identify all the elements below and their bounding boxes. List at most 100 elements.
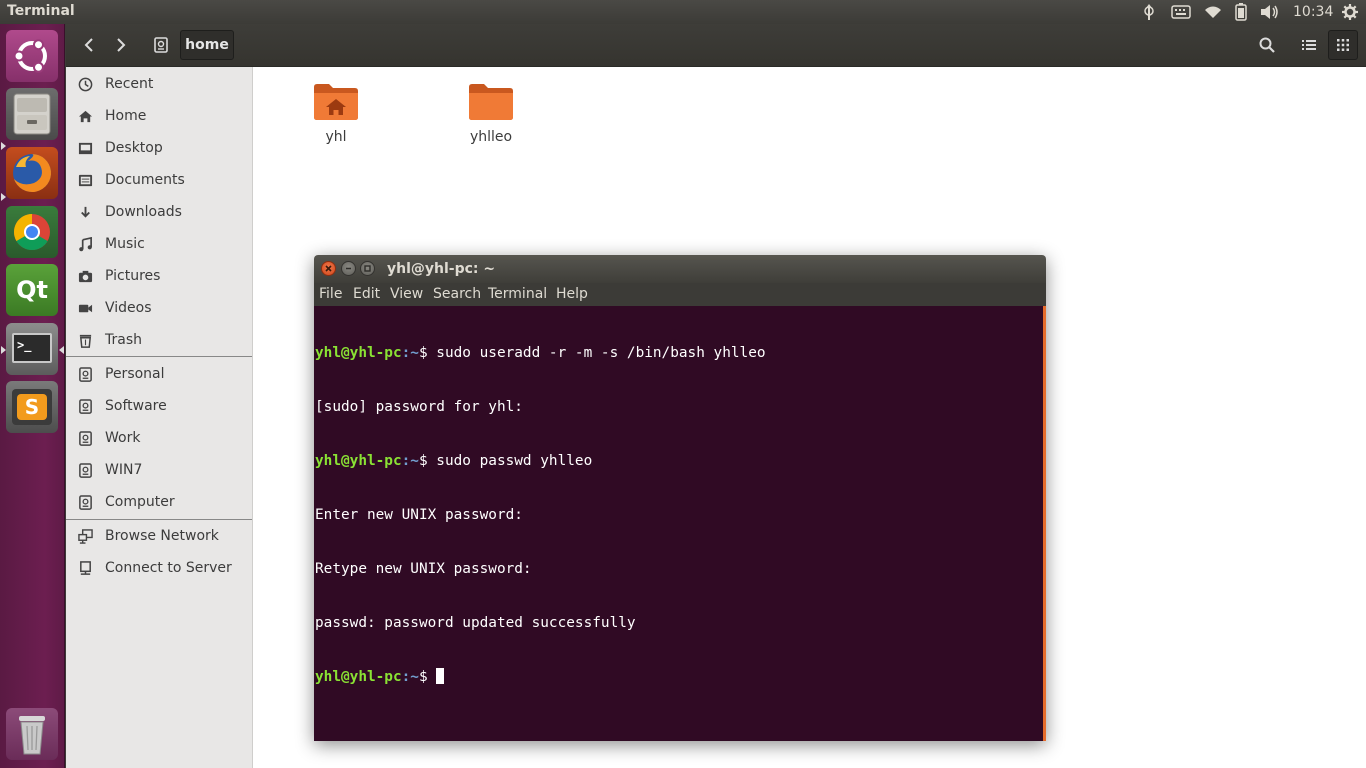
- folder-yhlleo[interactable]: yhlleo: [441, 81, 541, 145]
- terminal-window: yhl@yhl-pc: ~ File Edit View Search Term…: [314, 255, 1046, 741]
- terminal-icon-label: >_: [17, 338, 32, 352]
- search-button[interactable]: [1252, 30, 1282, 60]
- prompt-user: yhl@yhl-pc: [315, 669, 402, 685]
- sidebar-item-videos[interactable]: Videos: [66, 294, 252, 322]
- file-manager-sidebar: Recent Home Desktop Documents Downloads …: [66, 67, 253, 768]
- sidebar-item-label: WIN7: [105, 462, 143, 478]
- sidebar-item-downloads[interactable]: Downloads: [66, 198, 252, 226]
- battery-icon[interactable]: [1233, 3, 1249, 21]
- drive-icon: [77, 430, 93, 446]
- close-button[interactable]: [321, 261, 336, 276]
- dash-button[interactable]: [6, 30, 58, 82]
- path-drive-button[interactable]: [146, 30, 176, 60]
- sidebar-item-label: Videos: [105, 300, 152, 316]
- chevron-right-icon: [117, 38, 126, 52]
- chrome-icon: [13, 214, 50, 251]
- terminal-titlebar[interactable]: yhl@yhl-pc: ~: [314, 255, 1046, 283]
- output-text: Retype new UNIX password:: [315, 561, 532, 577]
- sidebar-item-label: Downloads: [105, 204, 182, 220]
- sublime-launcher-button[interactable]: S: [6, 381, 58, 433]
- terminal-launcher-button[interactable]: >_: [6, 323, 58, 375]
- file-cabinet-icon: [13, 93, 51, 135]
- forward-button[interactable]: [106, 30, 136, 60]
- terminal-menubar: File Edit View Search Terminal Help: [314, 283, 1046, 306]
- sidebar-item-documents[interactable]: Documents: [66, 166, 252, 194]
- ubuntu-logo-icon: [13, 39, 47, 73]
- file-manager-header: home: [66, 24, 1366, 67]
- sidebar-item-label: Browse Network: [105, 528, 219, 544]
- list-view-icon: [1302, 40, 1316, 50]
- terminal-output[interactable]: yhl@yhl-pc:~$ sudo useradd -r -m -s /bin…: [314, 306, 1046, 741]
- sidebar-item-recent[interactable]: Recent: [66, 70, 252, 98]
- sidebar-item-software[interactable]: Software: [66, 392, 252, 420]
- drive-icon: [154, 37, 168, 53]
- launcher-focused-indicator: [59, 346, 64, 354]
- sidebar-item-label: Trash: [105, 332, 142, 348]
- sidebar-item-personal[interactable]: Personal: [66, 360, 252, 388]
- sidebar-item-computer[interactable]: Computer: [66, 488, 252, 516]
- sidebar-item-work[interactable]: Work: [66, 424, 252, 452]
- network-icon: [77, 528, 93, 544]
- folder-icon: [469, 84, 513, 120]
- sidebar-item-music[interactable]: Music: [66, 230, 252, 258]
- terminal-line: Enter new UNIX password:: [315, 506, 766, 524]
- grid-view-button[interactable]: [1328, 30, 1358, 60]
- minimize-button[interactable]: [341, 261, 356, 276]
- chrome-launcher-button[interactable]: [6, 206, 58, 258]
- firefox-launcher-button[interactable]: [6, 147, 58, 199]
- terminal-line: yhl@yhl-pc:~$ sudo useradd -r -m -s /bin…: [315, 344, 766, 362]
- list-view-button[interactable]: [1294, 30, 1324, 60]
- terminal-line: Retype new UNIX password:: [315, 560, 766, 578]
- terminal-text: yhl@yhl-pc:~$ sudo useradd -r -m -s /bin…: [315, 308, 766, 722]
- folder-label: yhlleo: [469, 129, 513, 145]
- terminal-line: [sudo] password for yhl:: [315, 398, 766, 416]
- sidebar-item-connect-to-server[interactable]: Connect to Server: [66, 554, 252, 582]
- sidebar-item-label: Work: [105, 430, 141, 446]
- gear-icon[interactable]: [1340, 3, 1360, 21]
- sidebar-item-label: Music: [105, 236, 145, 252]
- qt-creator-launcher-button[interactable]: Qt: [6, 264, 58, 316]
- sidebar-item-win7[interactable]: WIN7: [66, 456, 252, 484]
- files-launcher-button[interactable]: [6, 88, 58, 140]
- sublime-icon-label: S: [17, 394, 47, 420]
- command-text: $ sudo passwd yhlleo: [418, 453, 593, 469]
- sidebar-item-label: Pictures: [105, 268, 161, 284]
- drive-icon: [77, 462, 93, 478]
- home-folder-icon: [314, 84, 358, 120]
- launcher-running-indicator: [1, 346, 6, 354]
- documents-icon: [77, 172, 93, 188]
- menu-view[interactable]: View: [390, 286, 423, 302]
- wifi-icon[interactable]: [1202, 3, 1224, 21]
- sidebar-item-pictures[interactable]: Pictures: [66, 262, 252, 290]
- camera-icon: [77, 268, 93, 284]
- clock[interactable]: 10:34: [1293, 4, 1333, 20]
- launcher-running-indicator: [1, 142, 6, 150]
- menu-edit[interactable]: Edit: [353, 286, 380, 302]
- menu-search[interactable]: Search: [433, 286, 481, 302]
- menu-terminal[interactable]: Terminal: [488, 286, 547, 302]
- volume-icon[interactable]: [1258, 3, 1280, 21]
- home-icon: [77, 108, 93, 124]
- back-button[interactable]: [74, 30, 104, 60]
- sidebar-item-browse-network[interactable]: Browse Network: [66, 522, 252, 550]
- keyboard-icon[interactable]: [1170, 3, 1192, 21]
- desktop-icon: [77, 140, 93, 156]
- maximize-button[interactable]: [360, 261, 375, 276]
- terminal-cursor: [436, 668, 445, 684]
- menu-file[interactable]: File: [319, 286, 342, 302]
- prompt-path: :~: [401, 345, 419, 361]
- sidebar-item-home[interactable]: Home: [66, 102, 252, 130]
- sidebar-divider: [66, 519, 252, 520]
- qt-icon-label: Qt: [16, 276, 48, 304]
- sidebar-item-label: Connect to Server: [105, 560, 232, 576]
- sidebar-item-desktop[interactable]: Desktop: [66, 134, 252, 162]
- drive-icon: [77, 494, 93, 510]
- trash-launcher-button[interactable]: [6, 708, 58, 760]
- menu-help[interactable]: Help: [556, 286, 588, 302]
- sidebar-divider: [66, 356, 252, 357]
- input-method-icon[interactable]: [1140, 3, 1158, 21]
- folder-yhl[interactable]: yhl: [286, 81, 386, 145]
- path-home-button[interactable]: home: [180, 30, 234, 60]
- sidebar-item-trash[interactable]: Trash: [66, 326, 252, 354]
- terminal-line: yhl@yhl-pc:~$: [315, 668, 766, 686]
